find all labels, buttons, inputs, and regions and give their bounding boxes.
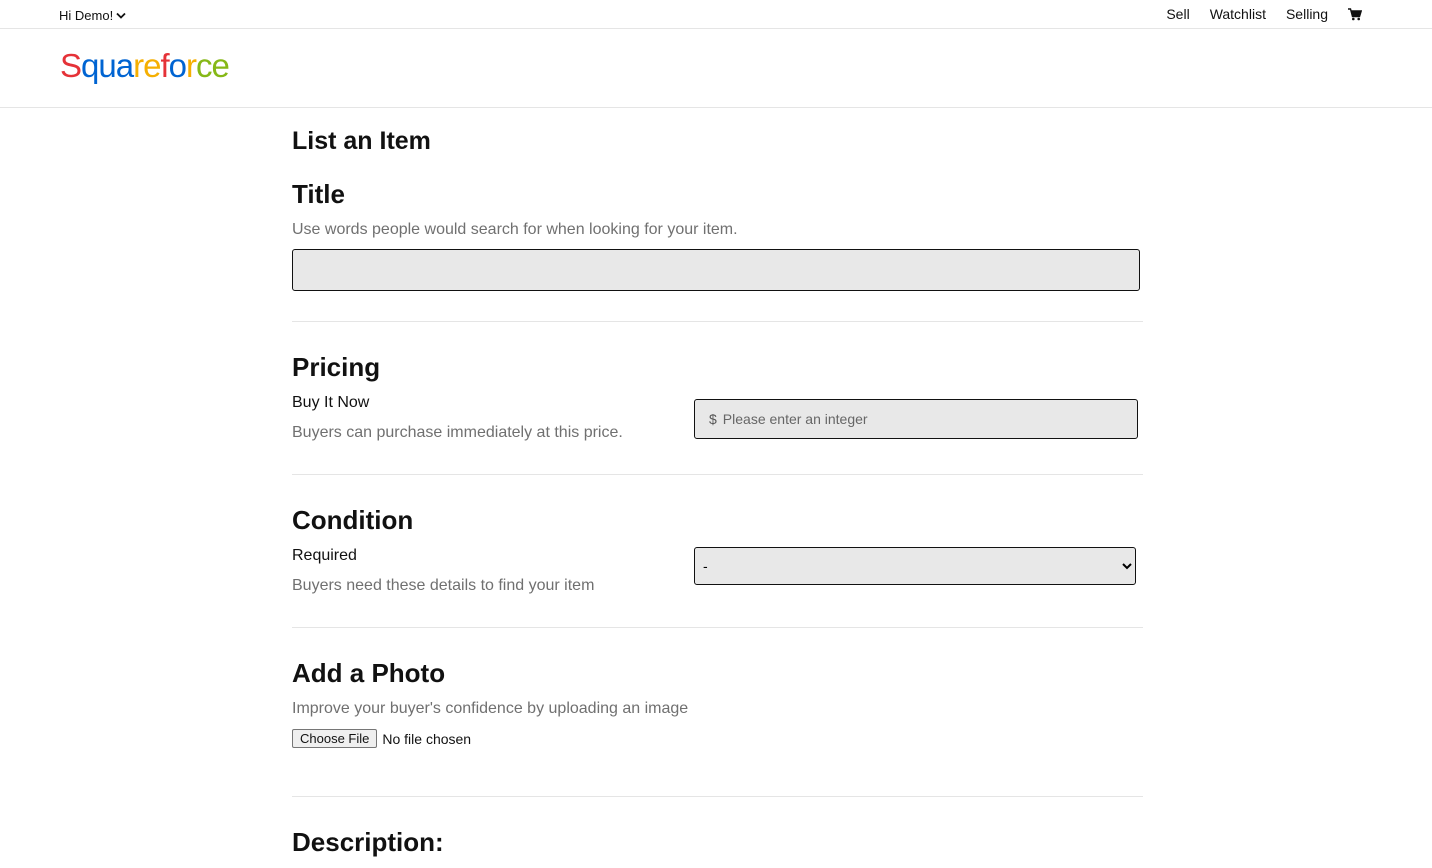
logo-letter: f [160,47,169,84]
title-input[interactable] [292,249,1140,291]
choose-file-button[interactable]: Choose File [292,729,378,748]
condition-required-label: Required [292,547,357,564]
photo-help: Improve your buyer's confidence by uploa… [292,700,689,717]
logo-letter: e [143,47,161,84]
photo-heading: Add a Photo [292,658,446,688]
logo-letter: r [185,47,197,84]
condition-heading: Condition [292,505,414,535]
nav-sell[interactable]: Sell [1166,6,1189,22]
logo-letter: a [115,47,134,84]
buy-it-now-label: Buy It Now [292,394,370,411]
cart-icon[interactable] [1348,7,1362,21]
chevron-down-icon [116,8,126,23]
account-menu[interactable]: Hi Demo! [59,8,126,23]
divider [292,321,1143,322]
brand-logo[interactable]: Squareforce [60,47,230,85]
file-status: No file chosen [382,730,472,747]
logo-letter: r [133,47,144,84]
page-title: List an Item [292,127,431,155]
divider [292,796,1143,797]
description-heading: Description: [292,827,444,857]
currency-symbol: $ [709,411,717,427]
title-help: Use words people would search for when l… [292,221,738,238]
logo-letter: e [211,47,229,84]
divider [292,627,1143,628]
greeting-text: Hi Demo! [59,8,114,23]
logo-letter: S [60,47,82,84]
file-picker: Choose File No file chosen [292,729,471,748]
condition-select[interactable]: - [694,547,1136,585]
price-input[interactable] [716,400,1137,438]
top-bar: Hi Demo! Sell Watchlist Selling [0,0,1432,29]
divider [292,474,1143,475]
header: Squareforce [0,29,1432,108]
pricing-help: Buyers can purchase immediately at this … [292,424,623,441]
top-nav: Sell Watchlist Selling [1166,6,1362,22]
logo-letter: o [168,47,187,84]
pricing-heading: Pricing [292,352,381,382]
logo-letter: q [81,47,99,84]
nav-selling[interactable]: Selling [1286,6,1328,22]
title-heading: Title [292,179,345,209]
logo-letter: u [98,47,116,84]
condition-help: Buyers need these details to find your i… [292,577,595,594]
logo-letter: c [195,47,212,84]
nav-watchlist[interactable]: Watchlist [1210,6,1266,22]
price-field: $ [694,399,1138,439]
